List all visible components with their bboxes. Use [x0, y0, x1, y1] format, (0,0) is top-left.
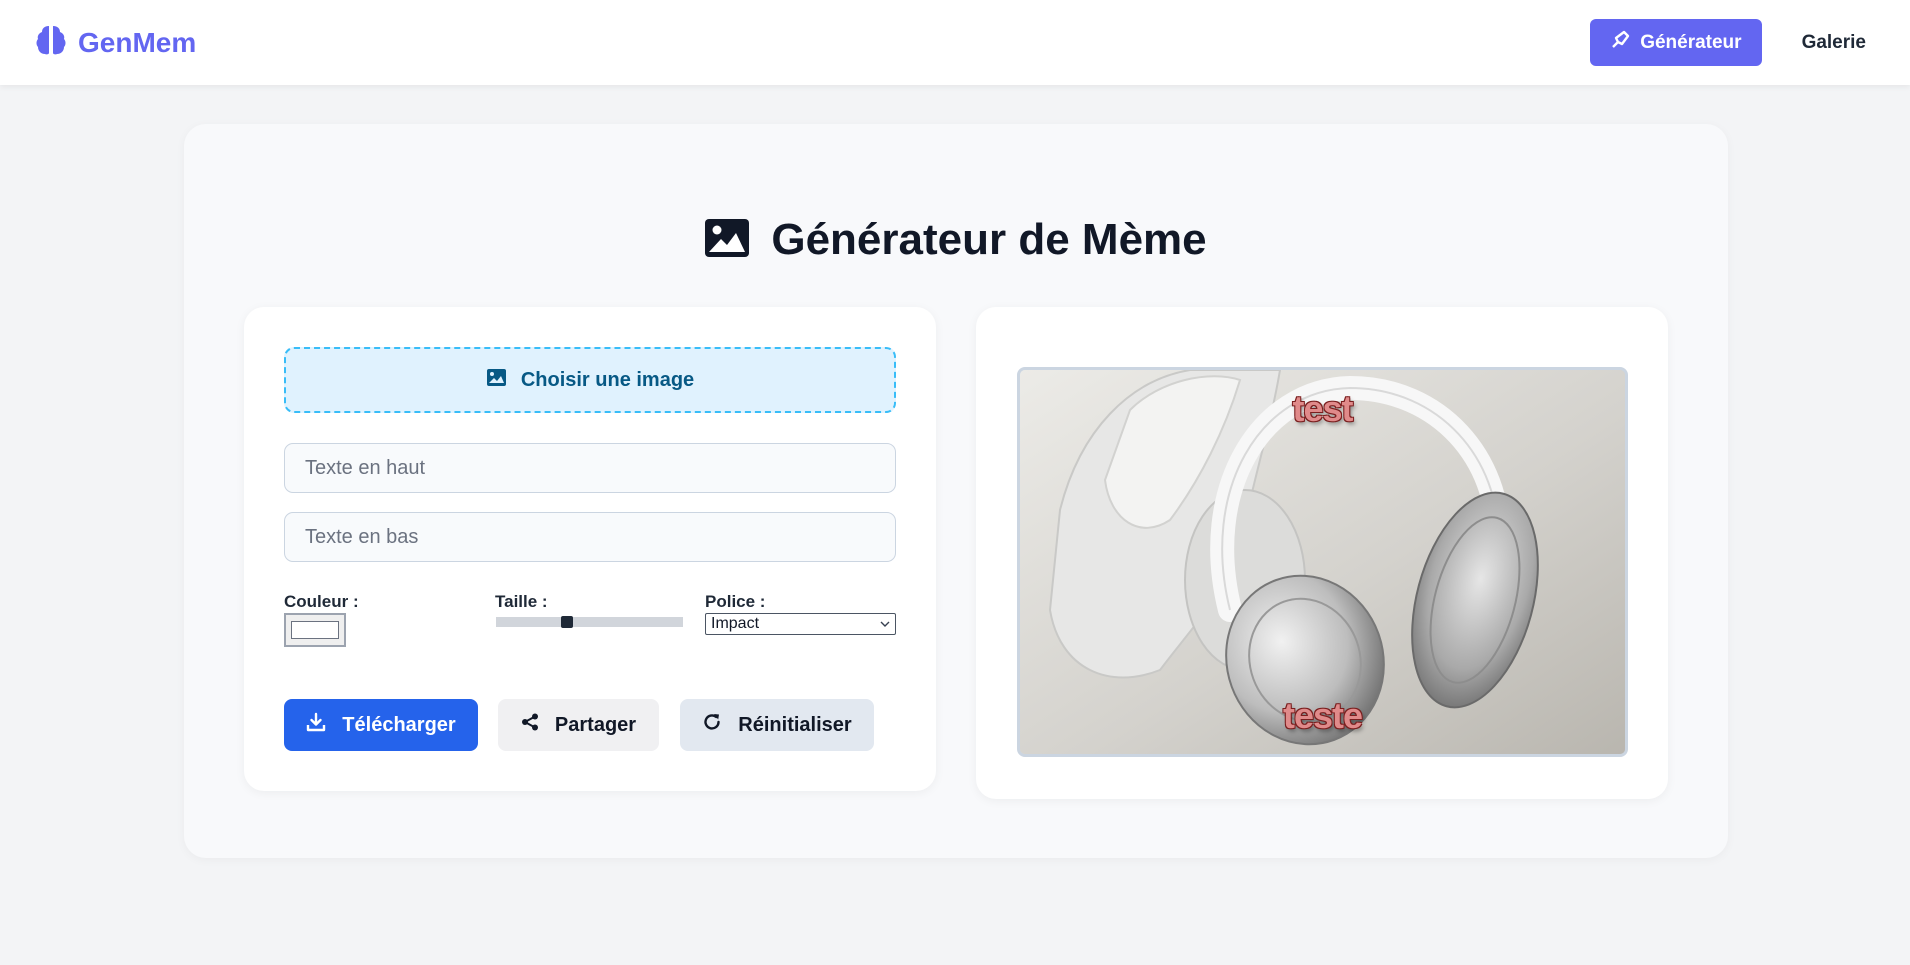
color-label: Couleur :: [284, 592, 359, 611]
download-button[interactable]: Télécharger: [284, 699, 478, 751]
choose-image-button[interactable]: Choisir une image: [284, 347, 896, 413]
meme-preview: test teste: [1017, 367, 1628, 757]
navbar: GenMem Générateur Galerie: [0, 0, 1910, 85]
page-title-text: Générateur de Mème: [771, 215, 1207, 264]
brand[interactable]: GenMem: [36, 24, 196, 61]
reset-button[interactable]: Réinitialiser: [680, 699, 874, 751]
preview-panel: test teste: [976, 307, 1668, 799]
choose-image-label: Choisir une image: [520, 368, 695, 391]
download-label: Télécharger: [342, 713, 456, 736]
chevron-down-icon: [880, 615, 890, 633]
color-swatch: [291, 621, 339, 639]
share-button[interactable]: Partager: [498, 699, 659, 751]
editor-panel: Choisir une image Couleur : Taille : Pol…: [244, 307, 936, 791]
meme-bottom-text: teste: [1282, 695, 1363, 736]
pen-nib-icon: [1610, 30, 1630, 56]
image-icon: [703, 217, 751, 264]
reset-label: Réinitialiser: [738, 713, 852, 736]
brand-name: GenMem: [78, 26, 197, 58]
size-label: Taille :: [495, 592, 548, 611]
bottom-text-input[interactable]: [284, 512, 896, 562]
nav-gallery-link[interactable]: Galerie: [1802, 32, 1866, 54]
image-icon: [486, 368, 507, 393]
nav-generator-label: Générateur: [1640, 31, 1742, 53]
share-icon: [521, 713, 539, 737]
meme-top-text: test: [1292, 388, 1353, 429]
download-icon: [306, 712, 326, 738]
font-select-value: Impact: [711, 615, 760, 632]
color-picker[interactable]: [284, 613, 346, 647]
font-select[interactable]: Impact: [705, 613, 896, 635]
nav-generator-button[interactable]: Générateur: [1590, 19, 1762, 66]
size-slider[interactable]: [496, 616, 683, 628]
page-title: Générateur de Mème: [0, 215, 1910, 265]
size-slider-thumb[interactable]: [561, 616, 573, 628]
top-text-input[interactable]: [284, 443, 896, 493]
share-label: Partager: [554, 713, 637, 736]
font-label: Police :: [705, 592, 766, 611]
refresh-icon: [702, 712, 722, 738]
brain-icon: [36, 24, 66, 61]
